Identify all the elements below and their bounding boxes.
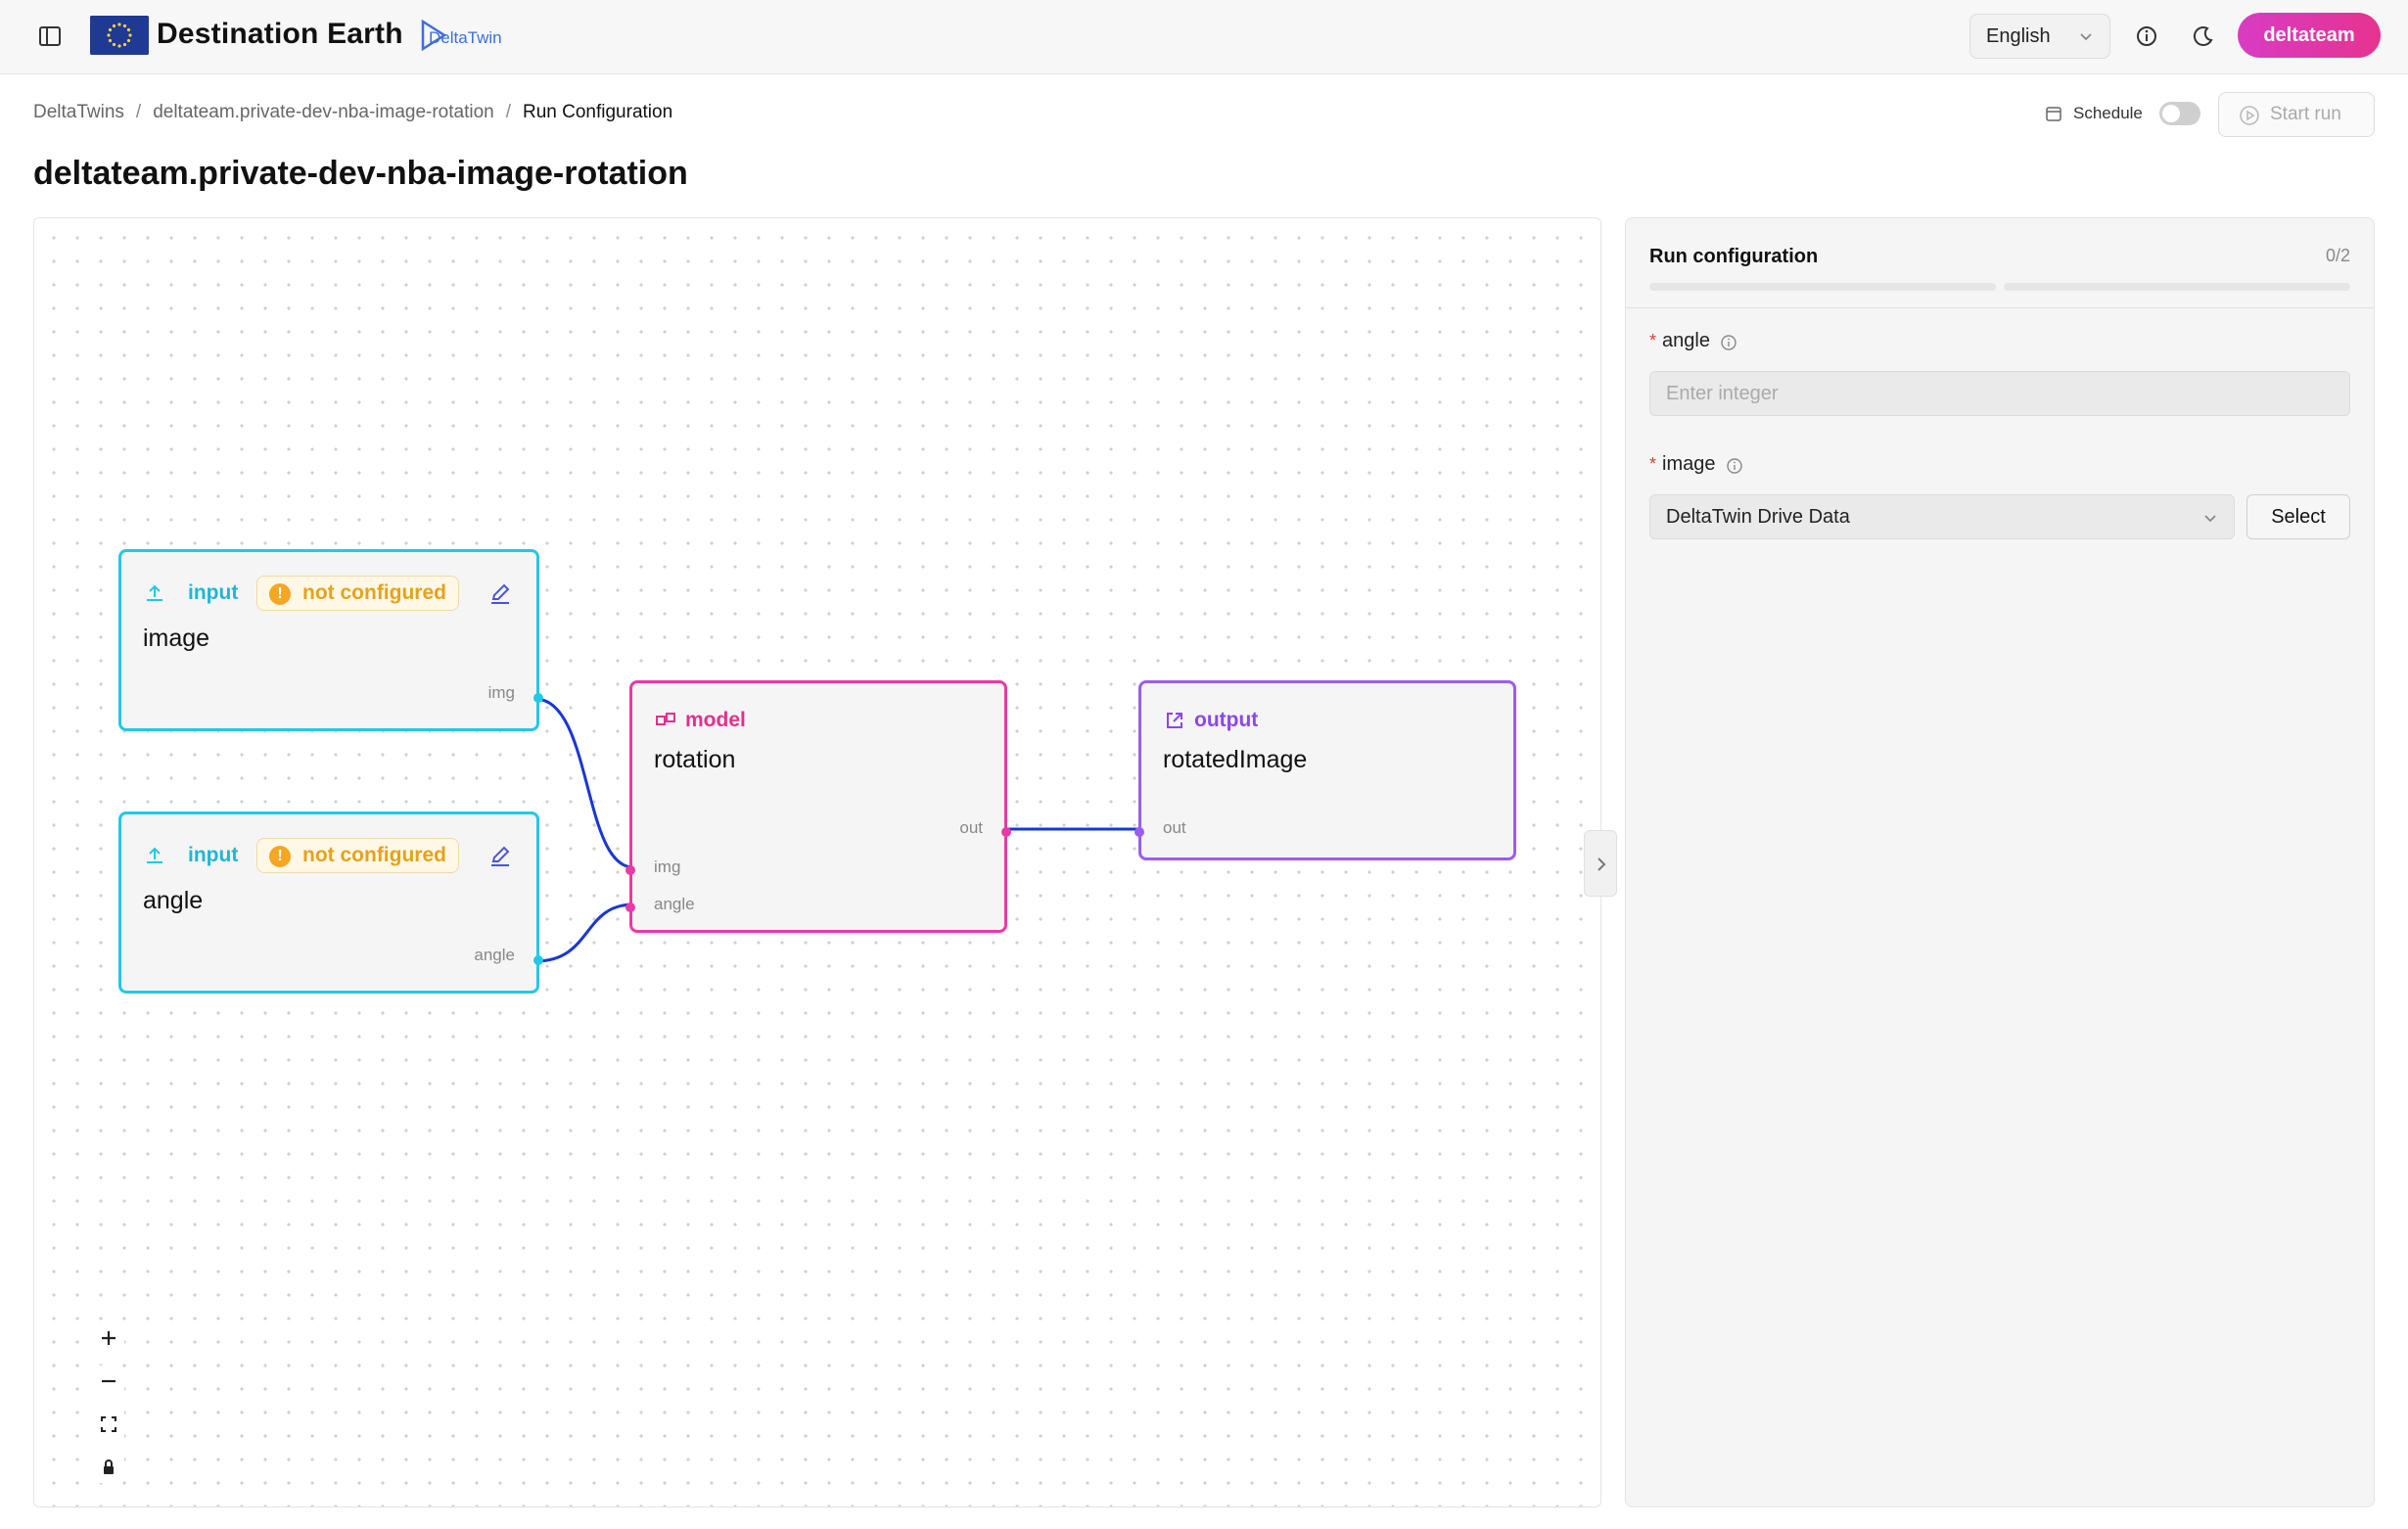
pencil-icon[interactable] [487, 843, 513, 868]
edge-image-to-rotation[interactable] [534, 697, 634, 869]
breadcrumb-separator: / [505, 102, 511, 122]
node-title: rotation [654, 746, 736, 773]
breadcrumb: DeltaTwins / deltateam.private-dev-nba-ima… [33, 102, 672, 123]
calendar-icon [2046, 107, 2061, 121]
workflow-canvas[interactable]: input ! not configured image img input !… [33, 217, 1601, 1507]
required-mark: * [1649, 331, 1657, 350]
port-label-img: img [487, 683, 515, 702]
panel-header: Run configuration 0/2 [1626, 218, 2374, 308]
breadcrumb-current: Run Configuration [523, 102, 673, 122]
node-title: image [143, 625, 210, 652]
required-mark: * [1649, 454, 1657, 474]
sidebar-toggle-icon[interactable] [35, 22, 65, 51]
port-label-out: out [1163, 818, 1186, 837]
zoom-out-button[interactable] [93, 1366, 124, 1397]
node-output-rotated-image[interactable]: output rotatedImage out [1135, 680, 1516, 860]
upload-icon [147, 584, 162, 601]
deltatwin-logo-text: DeltaTwin [429, 28, 502, 47]
node-input-angle[interactable]: input ! not configured angle angle [118, 811, 543, 994]
node-type-label: input [188, 581, 239, 604]
port-label-angle: angle [474, 946, 515, 964]
chevron-down-icon [2080, 33, 2092, 41]
schedule-label: Schedule [2073, 104, 2143, 122]
port-out-img[interactable] [533, 693, 543, 703]
node-type-label: output [1194, 709, 1259, 731]
port-label-angle: angle [654, 895, 695, 913]
image-source-select[interactable]: DeltaTwin Drive Data [1649, 494, 2235, 539]
page-title: deltateam.private-dev-nba-image-rotation [33, 155, 688, 192]
minus-icon [102, 1379, 116, 1383]
status-badge-text: not configured [302, 844, 446, 866]
upload-icon [147, 847, 162, 863]
angle-label-text: angle [1662, 330, 1710, 351]
node-title: rotatedImage [1163, 746, 1308, 773]
port-in-angle[interactable] [625, 903, 635, 912]
angle-field-label: * angle [1649, 330, 1710, 352]
status-badge: ! not configured [256, 838, 459, 873]
info-icon[interactable] [1720, 334, 1737, 351]
port-in-out[interactable] [1135, 827, 1144, 837]
user-menu-button[interactable]: deltateam [2238, 13, 2381, 58]
progress-segment [2004, 283, 2350, 291]
port-in-img[interactable] [625, 865, 635, 875]
breadcrumb-project[interactable]: deltateam.private-dev-nba-image-rotation [153, 102, 494, 122]
schedule-toggle-knob [2162, 105, 2180, 122]
info-icon[interactable] [1726, 457, 1743, 475]
warning-icon: ! [269, 846, 291, 867]
node-type-label: input [188, 844, 239, 866]
image-label-text: image [1662, 453, 1716, 475]
lock-button[interactable] [93, 1452, 124, 1483]
panel-title: Run configuration [1649, 246, 1819, 267]
progress-count: 0/2 [2325, 246, 2350, 265]
port-label-out: out [959, 818, 983, 837]
pencil-icon[interactable] [487, 580, 513, 606]
node-model-rotation[interactable]: model rotation out img angle [625, 680, 1011, 933]
breadcrumb-deltatwins[interactable]: DeltaTwins [33, 102, 124, 122]
plus-icon [102, 1331, 116, 1345]
chevron-down-icon [2204, 515, 2216, 523]
select-button[interactable]: Select [2246, 494, 2350, 539]
warning-icon: ! [269, 583, 291, 605]
top-bar: Destination Earth DeltaTwin English delt… [0, 0, 2408, 74]
app-title: Destination Earth [157, 18, 403, 50]
image-field-label: * image [1649, 453, 1716, 476]
fit-view-icon [101, 1416, 116, 1432]
progress-segment [1649, 283, 1996, 291]
chevron-right-icon [1598, 857, 1606, 871]
status-badge: ! not configured [256, 576, 459, 611]
port-label-img: img [654, 857, 681, 876]
port-out-angle[interactable] [533, 955, 543, 965]
panel-collapse-handle[interactable] [1584, 830, 1617, 897]
language-select-value: English [1986, 25, 2051, 47]
lock-icon [104, 1460, 114, 1474]
external-link-icon [1167, 713, 1182, 728]
status-badge-text: not configured [302, 581, 446, 604]
image-source-value: DeltaTwin Drive Data [1666, 506, 1850, 528]
port-out-out[interactable] [1001, 827, 1011, 837]
breadcrumb-separator: / [135, 102, 142, 122]
model-icon [656, 713, 675, 725]
fit-view-button[interactable] [93, 1409, 124, 1440]
node-title: angle [143, 887, 204, 914]
edge-angle-to-rotation[interactable] [534, 903, 634, 963]
play-circle-icon [2240, 106, 2259, 125]
angle-input[interactable] [1649, 371, 2350, 416]
deltatwin-logo-icon: DeltaTwin [421, 19, 502, 52]
info-icon[interactable] [2132, 22, 2161, 51]
start-run-label: Start run [2270, 104, 2341, 124]
schedule-toggle[interactable] [2159, 102, 2200, 125]
node-input-image[interactable]: input ! not configured image img [118, 549, 543, 731]
moon-icon[interactable] [2189, 22, 2218, 51]
node-type-label: model [685, 709, 746, 731]
language-select[interactable]: English [1969, 14, 2110, 59]
zoom-in-button[interactable] [93, 1322, 124, 1354]
start-run-button[interactable]: Start run [2218, 92, 2375, 137]
run-configuration-panel: Run configuration 0/2 *angle *image Delt… [1625, 217, 2375, 1507]
eu-flag-icon [90, 16, 149, 55]
